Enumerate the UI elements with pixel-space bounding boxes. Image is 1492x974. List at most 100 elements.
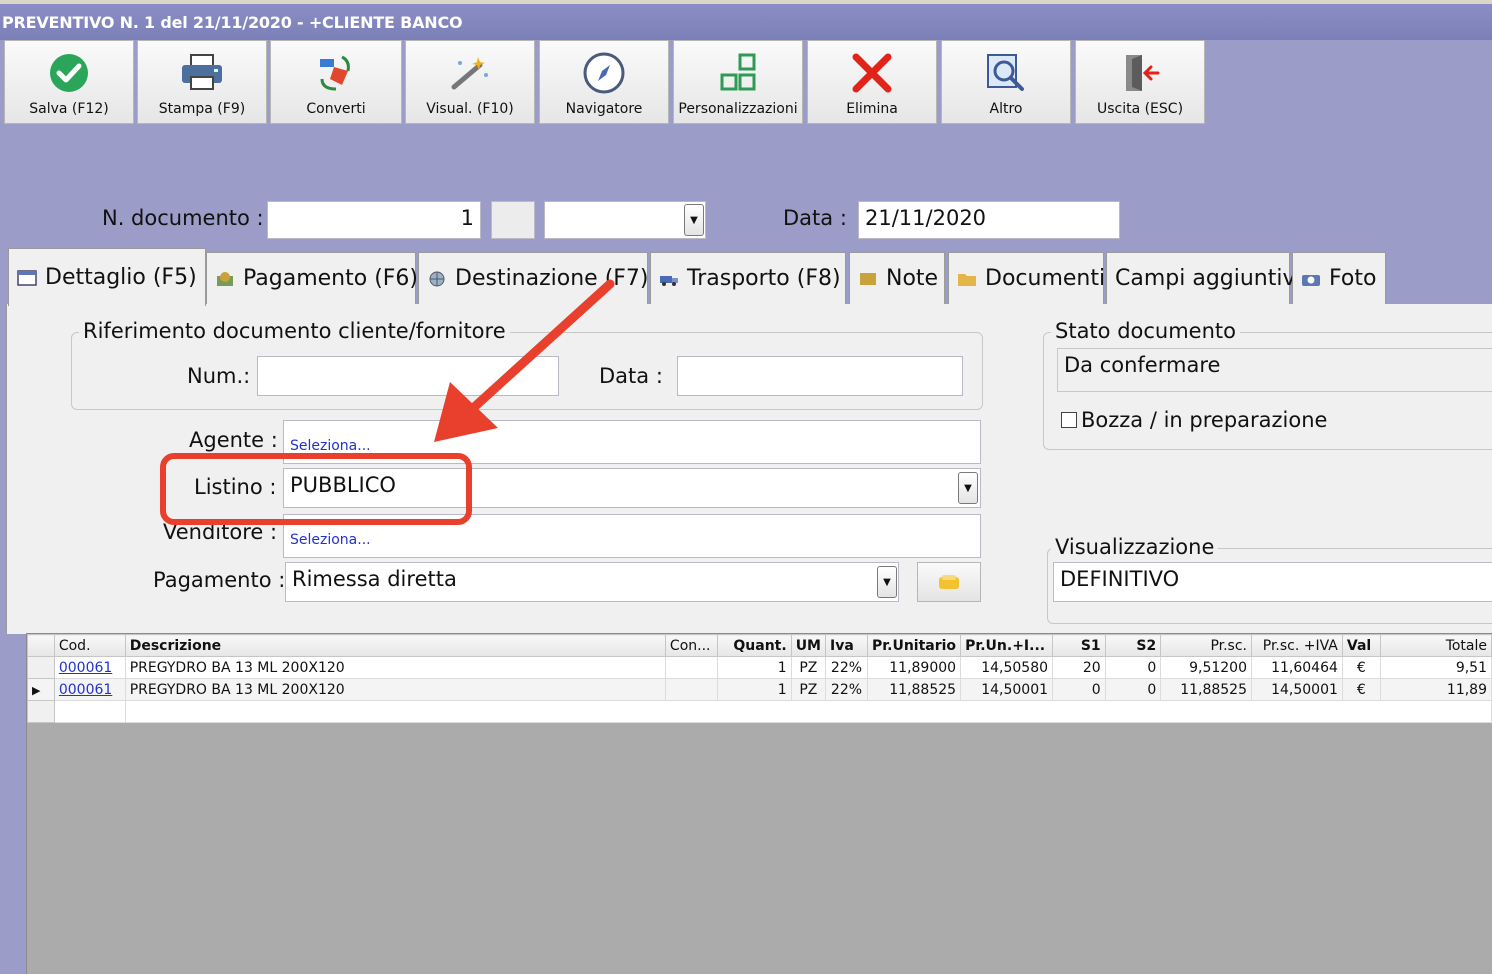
pagamento-detail-button[interactable] <box>917 562 981 602</box>
tab-campi-aggiuntivi[interactable]: Campi aggiuntivi <box>1106 252 1302 304</box>
grid-blocks-icon <box>714 51 762 95</box>
row-indicator-current[interactable]: ▶ <box>27 678 55 701</box>
other-button[interactable]: Altro <box>941 40 1071 124</box>
doc-series-dropdown-button[interactable]: ▼ <box>684 204 704 236</box>
cell-pr-sc-iva[interactable]: 14,50001 <box>1251 678 1343 701</box>
doc-suffix-field[interactable] <box>491 201 535 239</box>
magnifier-icon <box>982 51 1030 95</box>
date-field[interactable]: 21/11/2020 <box>858 201 1120 239</box>
table-row-new[interactable] <box>27 700 1492 723</box>
cell-iva[interactable]: 22% <box>825 656 868 679</box>
delete-button[interactable]: Elimina <box>807 40 937 124</box>
tab-trasporto-label: Trasporto (F8) <box>687 266 841 291</box>
cell-s2[interactable]: 0 <box>1104 678 1162 701</box>
table-row[interactable]: 000061 PREGYDRO BA 13 ML 200X120 1 PZ 22… <box>27 656 1492 679</box>
window-icon <box>17 269 37 286</box>
cell-pr-sc-iva[interactable]: 11,60464 <box>1251 656 1343 679</box>
cell-cod[interactable]: 000061 <box>53 656 126 679</box>
col-header-quant[interactable]: Quant. <box>716 634 792 657</box>
customize-button-label: Personalizzazioni <box>678 101 798 117</box>
doc-number-field[interactable]: 1 <box>267 201 481 239</box>
pagamento-dropdown-button[interactable]: ▼ <box>877 566 897 598</box>
col-header-descrizione[interactable]: Descrizione <box>124 634 666 657</box>
checkbox-box[interactable] <box>1061 412 1077 428</box>
col-header-pr-sc-iva[interactable]: Pr.sc. +IVA <box>1251 634 1343 657</box>
cell-pr-un-iva[interactable]: 14,50001 <box>960 678 1054 701</box>
tab-documenti[interactable]: Documenti <box>948 252 1105 304</box>
cell-pr-un-iva[interactable]: 14,50580 <box>960 656 1054 679</box>
col-header-con[interactable]: Con... <box>664 634 718 657</box>
tab-pagamento[interactable]: Pagamento (F6) <box>206 252 418 304</box>
agente-select-link[interactable]: Seleziona... <box>290 438 371 454</box>
cell-s2[interactable]: 0 <box>1104 656 1162 679</box>
cell-totale[interactable]: 9,51 <box>1379 656 1492 679</box>
annotation-arrow-icon <box>434 279 615 442</box>
tab-foto[interactable]: Foto <box>1292 252 1386 304</box>
cell-descrizione[interactable]: PREGYDRO BA 13 ML 200X120 <box>124 678 666 701</box>
visual-button-label: Visual. (F10) <box>426 101 514 117</box>
visual-button[interactable]: Visual. (F10) <box>405 40 535 124</box>
bozza-checkbox[interactable]: Bozza / in preparazione <box>1061 408 1327 432</box>
col-header-totale[interactable]: Totale <box>1379 634 1492 657</box>
cell-um[interactable]: PZ <box>790 678 827 701</box>
cell-cod[interactable]: 000061 <box>53 678 126 701</box>
cell-quant[interactable]: 1 <box>716 678 792 701</box>
cell-pr-unitario[interactable]: 11,88525 <box>866 678 962 701</box>
cell-quant[interactable]: 1 <box>716 656 792 679</box>
listino-dropdown-button[interactable]: ▼ <box>958 472 978 504</box>
print-button[interactable]: Stampa (F9) <box>137 40 267 124</box>
cell-pr-sc[interactable]: 9,51200 <box>1160 656 1252 679</box>
row-indicator[interactable] <box>27 656 55 679</box>
cod-link[interactable]: 000061 <box>59 682 112 698</box>
cell-um[interactable]: PZ <box>790 656 827 679</box>
exit-door-icon <box>1116 51 1164 95</box>
col-header-pr-sc[interactable]: Pr.sc. <box>1160 634 1252 657</box>
cell-s1[interactable]: 0 <box>1052 678 1106 701</box>
cell-con[interactable] <box>664 678 718 701</box>
exit-button-label: Uscita (ESC) <box>1096 101 1184 117</box>
tab-note[interactable]: Note <box>849 252 945 304</box>
navigator-button[interactable]: Navigatore <box>539 40 669 124</box>
row-indicator[interactable] <box>27 700 55 723</box>
riferimento-data-field[interactable] <box>677 356 963 396</box>
cell-pr-unitario[interactable]: 11,89000 <box>866 656 962 679</box>
cell-empty[interactable] <box>53 700 126 723</box>
red-x-icon <box>848 51 896 95</box>
save-button[interactable]: Salva (F12) <box>4 40 134 124</box>
col-header-cod[interactable]: Cod. <box>53 634 126 657</box>
doc-series-combo[interactable] <box>544 201 706 239</box>
convert-button[interactable]: Converti <box>270 40 402 124</box>
col-header-val[interactable]: Val <box>1341 634 1381 657</box>
cell-empty[interactable] <box>124 700 1492 723</box>
col-header-pr-un-iva[interactable]: Pr.Un.+I... <box>960 634 1054 657</box>
exit-button[interactable]: Uscita (ESC) <box>1075 40 1205 124</box>
num-label: Num.: <box>187 364 251 388</box>
col-header-pr-unitario[interactable]: Pr.Unitario <box>866 634 962 657</box>
cell-val[interactable]: € <box>1341 678 1381 701</box>
bozza-label: Bozza / in preparazione <box>1081 408 1328 432</box>
cell-s1[interactable]: 20 <box>1052 656 1106 679</box>
navigator-button-label: Navigatore <box>565 101 643 117</box>
tab-dettaglio[interactable]: Dettaglio (F5) <box>8 248 206 306</box>
venditore-select-link[interactable]: Seleziona... <box>290 532 371 548</box>
cod-link[interactable]: 000061 <box>59 660 112 676</box>
cell-val[interactable]: € <box>1341 656 1381 679</box>
pagamento-combo[interactable]: Rimessa diretta <box>285 562 899 602</box>
visualizzazione-field[interactable]: DEFINITIVO <box>1053 562 1492 602</box>
stato-value-field[interactable]: Da confermare <box>1057 348 1492 392</box>
grid-header-row: Cod. Descrizione Con... Quant. UM Iva Pr… <box>27 634 1492 657</box>
customize-button[interactable]: Personalizzazioni <box>673 40 803 124</box>
other-button-label: Altro <box>989 101 1023 117</box>
col-header-s2[interactable]: S2 <box>1104 634 1162 657</box>
tab-trasporto[interactable]: Trasporto (F8) <box>650 252 846 304</box>
cell-iva[interactable]: 22% <box>825 678 868 701</box>
cell-totale[interactable]: 11,89 <box>1379 678 1492 701</box>
col-header-um[interactable]: UM <box>790 634 827 657</box>
table-row[interactable]: ▶ 000061 PREGYDRO BA 13 ML 200X120 1 PZ … <box>27 678 1492 701</box>
col-header-s1[interactable]: S1 <box>1052 634 1106 657</box>
col-header-iva[interactable]: Iva <box>825 634 868 657</box>
cell-pr-sc[interactable]: 11,88525 <box>1160 678 1252 701</box>
cell-con[interactable] <box>664 656 718 679</box>
cell-descrizione[interactable]: PREGYDRO BA 13 ML 200X120 <box>124 656 666 679</box>
lines-table: Cod. Descrizione Con... Quant. UM Iva Pr… <box>27 634 1492 723</box>
